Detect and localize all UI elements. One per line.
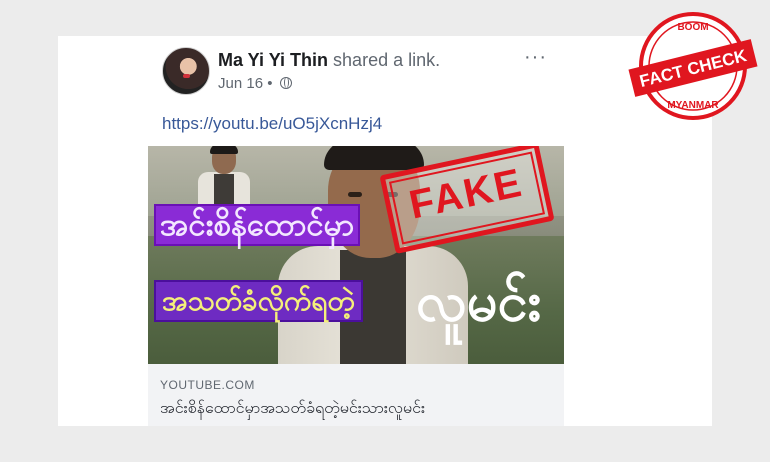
link-preview[interactable]: အင်းစိန်ထောင်မှာ FAKE အသတ်ခံလိုက်ရတဲ့ လူ…: [148, 146, 564, 426]
link-title[interactable]: အင်းစိန်ထောင်မှာအသတ်ခံရတဲ့မင်းသားလူမင်း: [160, 397, 425, 421]
thumbnail-caption-2: အသတ်ခံလိုက်ရတဲ့: [154, 280, 363, 322]
thumbnail-caption-1: အင်းစိန်ထောင်မှာ: [154, 204, 361, 246]
globe-icon: [279, 77, 292, 89]
author-name[interactable]: Ma Yi Yi Thin: [218, 50, 328, 70]
link-domain: YOUTUBE.COM: [160, 378, 255, 392]
thumbnail-person-small: [194, 146, 254, 212]
fact-check-badge: BOOM FACT CHECK MYANMAR: [628, 12, 758, 120]
badge-bottom-text: MYANMAR: [667, 100, 719, 111]
thumbnail-caption-3: လူမင်း: [416, 272, 542, 332]
post-meta: Jun 16 •: [218, 75, 292, 92]
avatar-detail: [183, 74, 190, 78]
post-date[interactable]: Jun 16: [218, 75, 263, 92]
post-header: Ma Yi Yi Thin shared a link.: [218, 50, 440, 71]
video-thumbnail[interactable]: အင်းစိန်ထောင်မှာ FAKE အသတ်ခံလိုက်ရတဲ့ လူ…: [148, 146, 564, 364]
meta-separator: •: [267, 75, 273, 92]
author-avatar[interactable]: [162, 47, 210, 95]
facebook-post-card: Ma Yi Yi Thin shared a link. Jun 16 • ··…: [58, 36, 712, 426]
more-options-icon[interactable]: ···: [524, 46, 547, 69]
badge-top-text: BOOM: [677, 22, 708, 33]
post-action-text: shared a link.: [333, 50, 441, 70]
shared-link[interactable]: https://youtu.be/uO5jXcnHzj4: [162, 114, 382, 134]
link-meta[interactable]: YOUTUBE.COM အင်းစိန်ထောင်မှာအသတ်ခံရတဲ့မင…: [148, 364, 564, 426]
